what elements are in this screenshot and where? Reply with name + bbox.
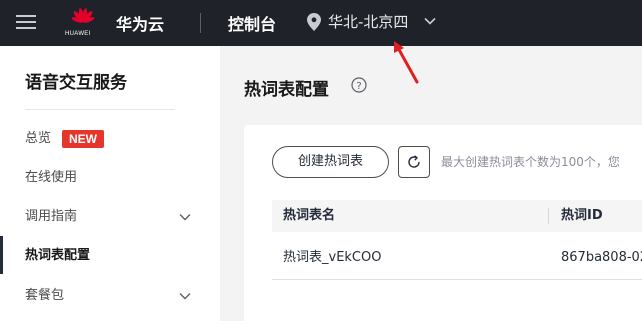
column-divider	[548, 208, 549, 224]
help-icon[interactable]: ?	[351, 77, 367, 93]
annotation-arrow-icon	[394, 41, 419, 84]
console-link[interactable]: 控制台	[228, 11, 276, 35]
sidebar-item-label: 总览	[25, 131, 52, 146]
sidebar-item-hotword-config[interactable]: 热词表配置	[25, 244, 205, 268]
hamburger-menu-icon[interactable]	[16, 13, 36, 31]
table-header: 热词表名 热词ID	[272, 200, 642, 232]
sidebar-item-overview[interactable]: 总览	[25, 127, 205, 151]
sidebar-item-label: 热词表配置	[25, 248, 91, 263]
cell-hotword-id: 867ba808-02	[561, 250, 642, 265]
logo-wordmark: HUAWEI	[65, 31, 91, 37]
svg-text:?: ?	[356, 81, 361, 92]
chevron-down-icon[interactable]	[423, 14, 437, 28]
column-header-id[interactable]: 热词ID	[561, 200, 603, 232]
create-hotword-table-button[interactable]: 创建热词表	[272, 146, 389, 178]
refresh-button[interactable]	[398, 146, 430, 178]
sidebar-item-online-use[interactable]: 在线使用	[25, 166, 205, 190]
brand-name[interactable]: 华为云	[116, 11, 164, 35]
column-header-name[interactable]: 热词表名	[283, 200, 335, 232]
sidebar-item-label: 套餐包	[25, 288, 65, 303]
chevron-down-icon[interactable]	[178, 210, 192, 224]
top-navigation-bar: HUAWEI 华为云 控制台 华北-北京四	[0, 0, 642, 46]
refresh-icon	[408, 155, 420, 168]
quota-hint-text: 最大创建热词表个数为100个，您	[441, 155, 620, 169]
location-pin-icon	[307, 13, 321, 31]
page-title: 热词表配置	[244, 80, 329, 100]
sidebar-divider	[25, 109, 175, 110]
table-row[interactable]: 热词表_vEkCOO 867ba808-02	[272, 236, 642, 280]
sidebar: 语音交互服务 总览 NEW 在线使用 调用指南 热词表配置 套餐包	[0, 46, 220, 321]
chevron-down-icon[interactable]	[178, 289, 192, 303]
sidebar-title: 语音交互服务	[25, 73, 127, 93]
region-selector[interactable]: 华北-北京四	[328, 11, 408, 32]
topbar-divider	[200, 13, 201, 33]
sidebar-item-label: 在线使用	[25, 170, 78, 185]
cell-hotword-table-name[interactable]: 热词表_vEkCOO	[283, 236, 381, 280]
new-badge: NEW	[62, 130, 104, 148]
active-indicator	[0, 236, 3, 274]
sidebar-item-label: 调用指南	[25, 209, 78, 224]
